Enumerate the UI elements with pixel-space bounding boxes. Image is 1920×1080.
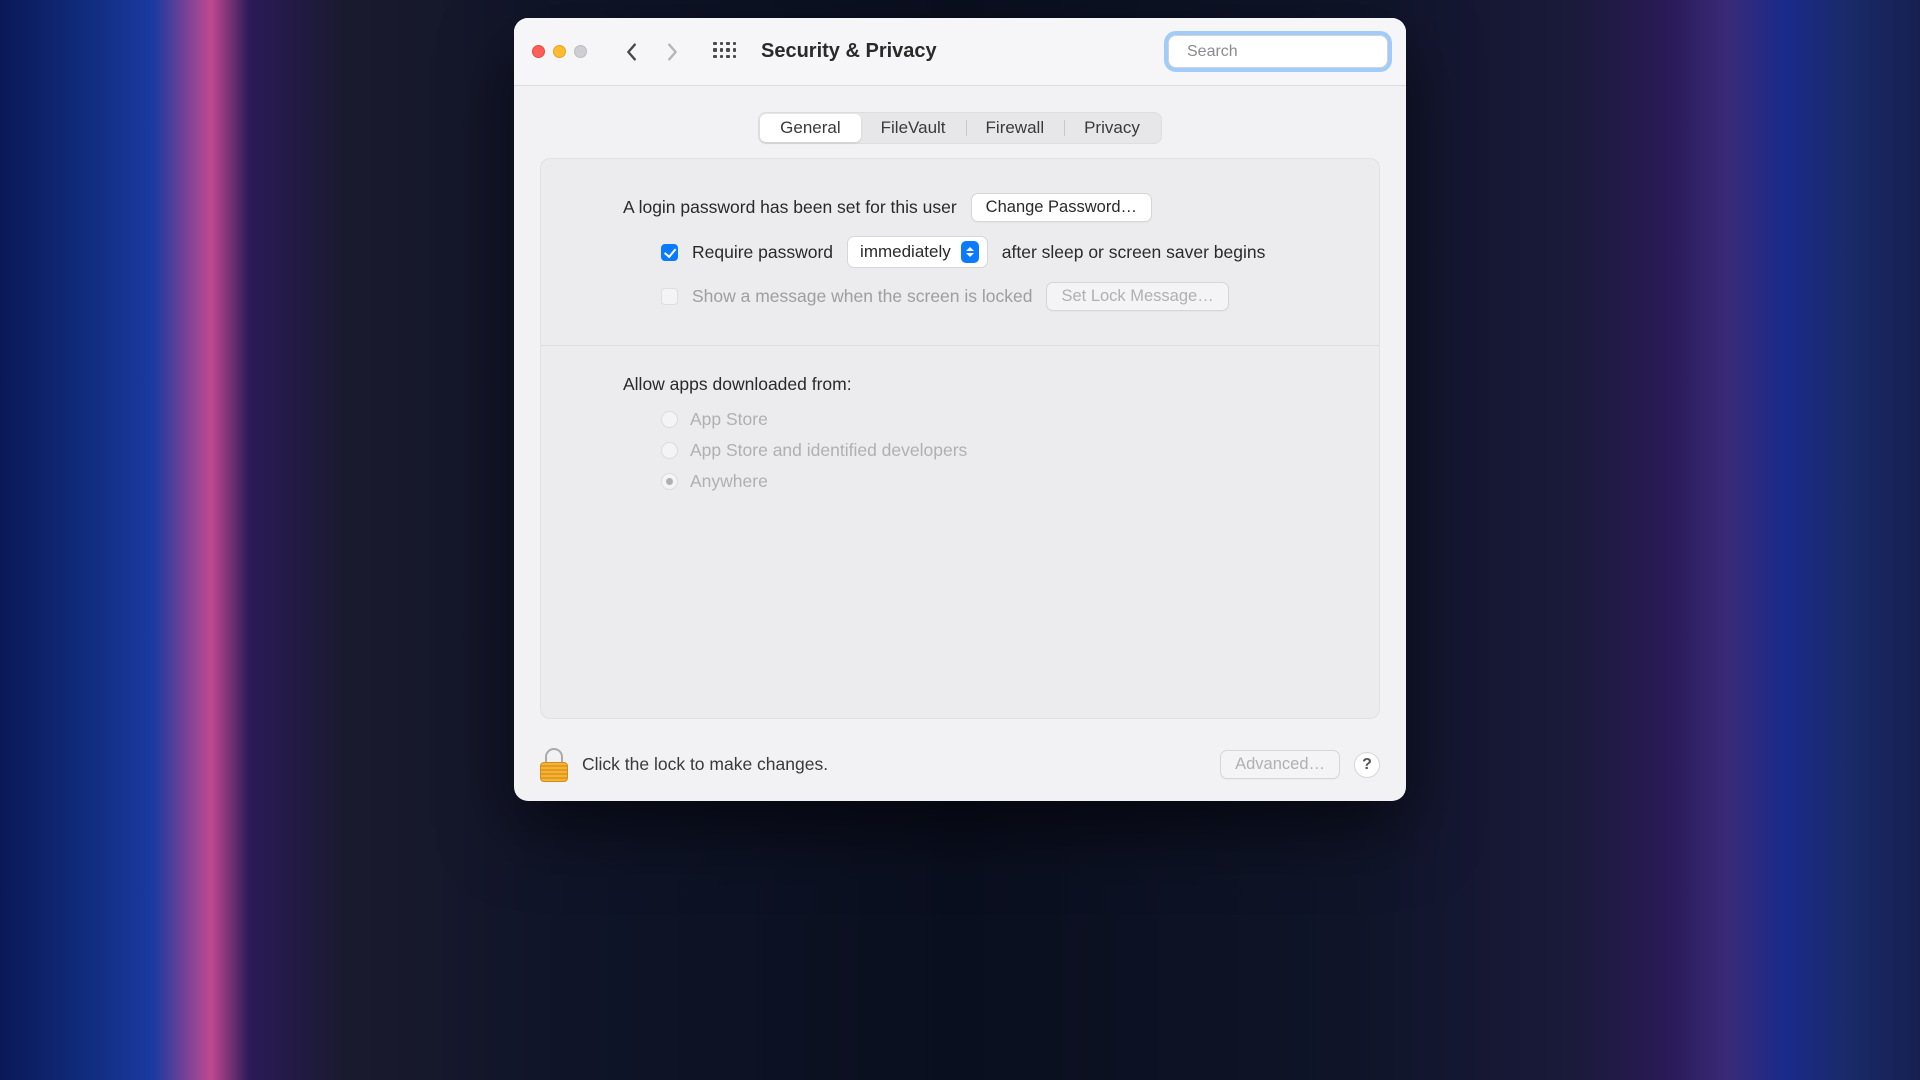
tab-general[interactable]: General <box>760 114 860 142</box>
window-title: Security & Privacy <box>761 40 937 63</box>
set-lock-message-button: Set Lock Message… <box>1046 282 1228 311</box>
search-input[interactable] <box>1187 43 1394 61</box>
preferences-window: Security & Privacy General FileVault Fir… <box>514 18 1406 801</box>
minimize-window-button[interactable] <box>553 45 566 58</box>
allow-apps-title: Allow apps downloaded from: <box>623 374 1331 395</box>
tab-privacy[interactable]: Privacy <box>1064 114 1160 142</box>
general-panel: A login password has been set for this u… <box>540 158 1380 719</box>
advanced-button[interactable]: Advanced… <box>1220 750 1340 779</box>
require-password-checkbox[interactable] <box>661 244 678 261</box>
nav-arrows <box>621 41 683 63</box>
change-password-button[interactable]: Change Password… <box>971 193 1152 222</box>
traffic-lights <box>532 45 587 58</box>
divider <box>541 345 1379 346</box>
allow-identified-radio <box>661 442 678 459</box>
back-button[interactable] <box>621 41 643 63</box>
allow-app-store-label: App Store <box>690 409 768 430</box>
lock-hint-text: Click the lock to make changes. <box>582 754 828 775</box>
help-button[interactable]: ? <box>1354 752 1380 778</box>
content: General FileVault Firewall Privacy A log… <box>514 86 1406 801</box>
require-password-delay-value: immediately <box>860 242 951 262</box>
zoom-window-button <box>574 45 587 58</box>
allow-app-store-radio <box>661 411 678 428</box>
titlebar: Security & Privacy <box>514 18 1406 86</box>
login-password-text: A login password has been set for this u… <box>623 197 957 218</box>
show-lock-message-checkbox <box>661 288 678 305</box>
search-field[interactable] <box>1168 35 1388 68</box>
tab-firewall[interactable]: Firewall <box>966 114 1065 142</box>
lock-icon[interactable] <box>540 748 568 782</box>
tab-filevault[interactable]: FileVault <box>861 114 966 142</box>
allow-identified-label: App Store and identified developers <box>690 440 967 461</box>
stepper-icon <box>961 241 979 263</box>
allow-anywhere-radio <box>661 473 678 490</box>
require-password-prefix: Require password <box>692 242 833 263</box>
allow-apps-radio-group: App Store App Store and identified devel… <box>661 409 1331 492</box>
require-password-suffix: after sleep or screen saver begins <box>1002 242 1266 263</box>
forward-button <box>661 41 683 63</box>
footer: Click the lock to make changes. Advanced… <box>514 737 1406 801</box>
tab-bar: General FileVault Firewall Privacy <box>758 112 1162 144</box>
show-all-icon[interactable] <box>713 42 733 62</box>
show-lock-message-label: Show a message when the screen is locked <box>692 286 1032 307</box>
close-window-button[interactable] <box>532 45 545 58</box>
require-password-delay-select[interactable]: immediately <box>847 236 988 268</box>
allow-anywhere-label: Anywhere <box>690 471 768 492</box>
